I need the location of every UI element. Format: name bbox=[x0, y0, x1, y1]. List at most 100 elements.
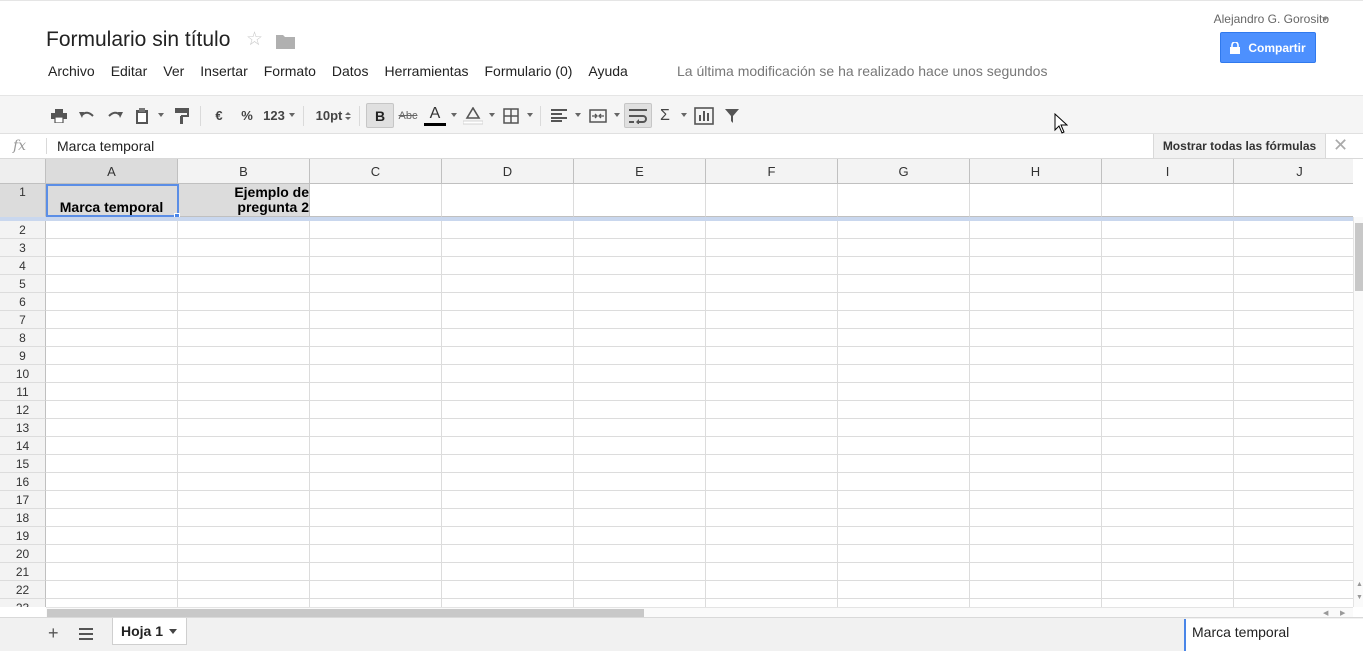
share-button[interactable]: Compartir bbox=[1220, 32, 1316, 63]
cell-j18[interactable] bbox=[1234, 509, 1353, 527]
folder-icon[interactable] bbox=[276, 33, 295, 49]
menu-editar[interactable]: Editar bbox=[103, 61, 156, 81]
cell-g23[interactable] bbox=[838, 599, 970, 607]
cell-h19[interactable] bbox=[970, 527, 1102, 545]
cell-e20[interactable] bbox=[574, 545, 706, 563]
cell-h2[interactable] bbox=[970, 221, 1102, 239]
cell-h8[interactable] bbox=[970, 329, 1102, 347]
cell-h7[interactable] bbox=[970, 311, 1102, 329]
cell-e17[interactable] bbox=[574, 491, 706, 509]
cell-j15[interactable] bbox=[1234, 455, 1353, 473]
cell-i3[interactable] bbox=[1102, 239, 1234, 257]
row-header-19[interactable]: 19 bbox=[0, 527, 46, 545]
cell-j17[interactable] bbox=[1234, 491, 1353, 509]
cell-b4[interactable] bbox=[178, 257, 310, 275]
cell-c6[interactable] bbox=[310, 293, 442, 311]
borders-caret-icon[interactable] bbox=[527, 113, 533, 117]
cell-a8[interactable] bbox=[46, 329, 178, 347]
cell-j22[interactable] bbox=[1234, 581, 1353, 599]
cell-i9[interactable] bbox=[1102, 347, 1234, 365]
cell-b2[interactable] bbox=[178, 221, 310, 239]
cell-d19[interactable] bbox=[442, 527, 574, 545]
cell-g9[interactable] bbox=[838, 347, 970, 365]
cell-a18[interactable] bbox=[46, 509, 178, 527]
menu-ver[interactable]: Ver bbox=[155, 61, 192, 81]
cell-f12[interactable] bbox=[706, 401, 838, 419]
cell-h16[interactable] bbox=[970, 473, 1102, 491]
cell-c19[interactable] bbox=[310, 527, 442, 545]
row-header-18[interactable]: 18 bbox=[0, 509, 46, 527]
cell-e7[interactable] bbox=[574, 311, 706, 329]
vertical-scrollbar[interactable]: ▲ ▼ bbox=[1353, 217, 1363, 607]
menu-formulario[interactable]: Formulario (0) bbox=[476, 61, 580, 81]
cell-h20[interactable] bbox=[970, 545, 1102, 563]
cell-a22[interactable] bbox=[46, 581, 178, 599]
cell-d11[interactable] bbox=[442, 383, 574, 401]
cell-f17[interactable] bbox=[706, 491, 838, 509]
cell-i21[interactable] bbox=[1102, 563, 1234, 581]
cell-c5[interactable] bbox=[310, 275, 442, 293]
cell-h9[interactable] bbox=[970, 347, 1102, 365]
cell-c9[interactable] bbox=[310, 347, 442, 365]
cell-d15[interactable] bbox=[442, 455, 574, 473]
cell-d16[interactable] bbox=[442, 473, 574, 491]
cell-j3[interactable] bbox=[1234, 239, 1353, 257]
cell-e1[interactable] bbox=[574, 184, 706, 217]
cell-f5[interactable] bbox=[706, 275, 838, 293]
cell-f10[interactable] bbox=[706, 365, 838, 383]
cell-b16[interactable] bbox=[178, 473, 310, 491]
cell-h1[interactable] bbox=[970, 184, 1102, 217]
cell-b12[interactable] bbox=[178, 401, 310, 419]
menu-archivo[interactable]: Archivo bbox=[40, 61, 103, 81]
sheet-tab[interactable]: Hoja 1 bbox=[112, 618, 187, 645]
cell-f4[interactable] bbox=[706, 257, 838, 275]
merge-icon[interactable] bbox=[587, 103, 609, 128]
cell-g3[interactable] bbox=[838, 239, 970, 257]
cell-e6[interactable] bbox=[574, 293, 706, 311]
cell-i20[interactable] bbox=[1102, 545, 1234, 563]
cell-d20[interactable] bbox=[442, 545, 574, 563]
fill-color-icon[interactable] bbox=[462, 103, 484, 128]
cell-j19[interactable] bbox=[1234, 527, 1353, 545]
cell-a3[interactable] bbox=[46, 239, 178, 257]
row-header-22[interactable]: 22 bbox=[0, 581, 46, 599]
redo-icon[interactable] bbox=[105, 103, 125, 128]
cell-i7[interactable] bbox=[1102, 311, 1234, 329]
cell-j11[interactable] bbox=[1234, 383, 1353, 401]
cell-a4[interactable] bbox=[46, 257, 178, 275]
cell-d12[interactable] bbox=[442, 401, 574, 419]
cell-h4[interactable] bbox=[970, 257, 1102, 275]
cell-j1[interactable] bbox=[1234, 184, 1353, 217]
cell-g10[interactable] bbox=[838, 365, 970, 383]
cell-e9[interactable] bbox=[574, 347, 706, 365]
cell-c15[interactable] bbox=[310, 455, 442, 473]
cell-j5[interactable] bbox=[1234, 275, 1353, 293]
cell-c12[interactable] bbox=[310, 401, 442, 419]
cell-b20[interactable] bbox=[178, 545, 310, 563]
text-color-button[interactable]: A bbox=[424, 103, 446, 128]
cell-e19[interactable] bbox=[574, 527, 706, 545]
doc-title[interactable]: Formulario sin título bbox=[46, 28, 230, 52]
row-header-1[interactable]: 1 bbox=[0, 184, 46, 217]
cell-j10[interactable] bbox=[1234, 365, 1353, 383]
cell-e16[interactable] bbox=[574, 473, 706, 491]
cell-c16[interactable] bbox=[310, 473, 442, 491]
scroll-up-arrow-icon[interactable]: ▲ bbox=[1356, 581, 1363, 588]
cell-b23[interactable] bbox=[178, 599, 310, 607]
cell-a12[interactable] bbox=[46, 401, 178, 419]
row-header-7[interactable]: 7 bbox=[0, 311, 46, 329]
cell-h6[interactable] bbox=[970, 293, 1102, 311]
column-header-d[interactable]: D bbox=[442, 159, 574, 184]
cell-a5[interactable] bbox=[46, 275, 178, 293]
cell-e21[interactable] bbox=[574, 563, 706, 581]
menu-insertar[interactable]: Insertar bbox=[192, 61, 255, 81]
selection-summary[interactable]: Marca temporal bbox=[1184, 619, 1363, 651]
cell-f9[interactable] bbox=[706, 347, 838, 365]
cell-i15[interactable] bbox=[1102, 455, 1234, 473]
cell-a23[interactable] bbox=[46, 599, 178, 607]
cell-d10[interactable] bbox=[442, 365, 574, 383]
cell-e3[interactable] bbox=[574, 239, 706, 257]
row-header-8[interactable]: 8 bbox=[0, 329, 46, 347]
cell-c7[interactable] bbox=[310, 311, 442, 329]
cell-f8[interactable] bbox=[706, 329, 838, 347]
